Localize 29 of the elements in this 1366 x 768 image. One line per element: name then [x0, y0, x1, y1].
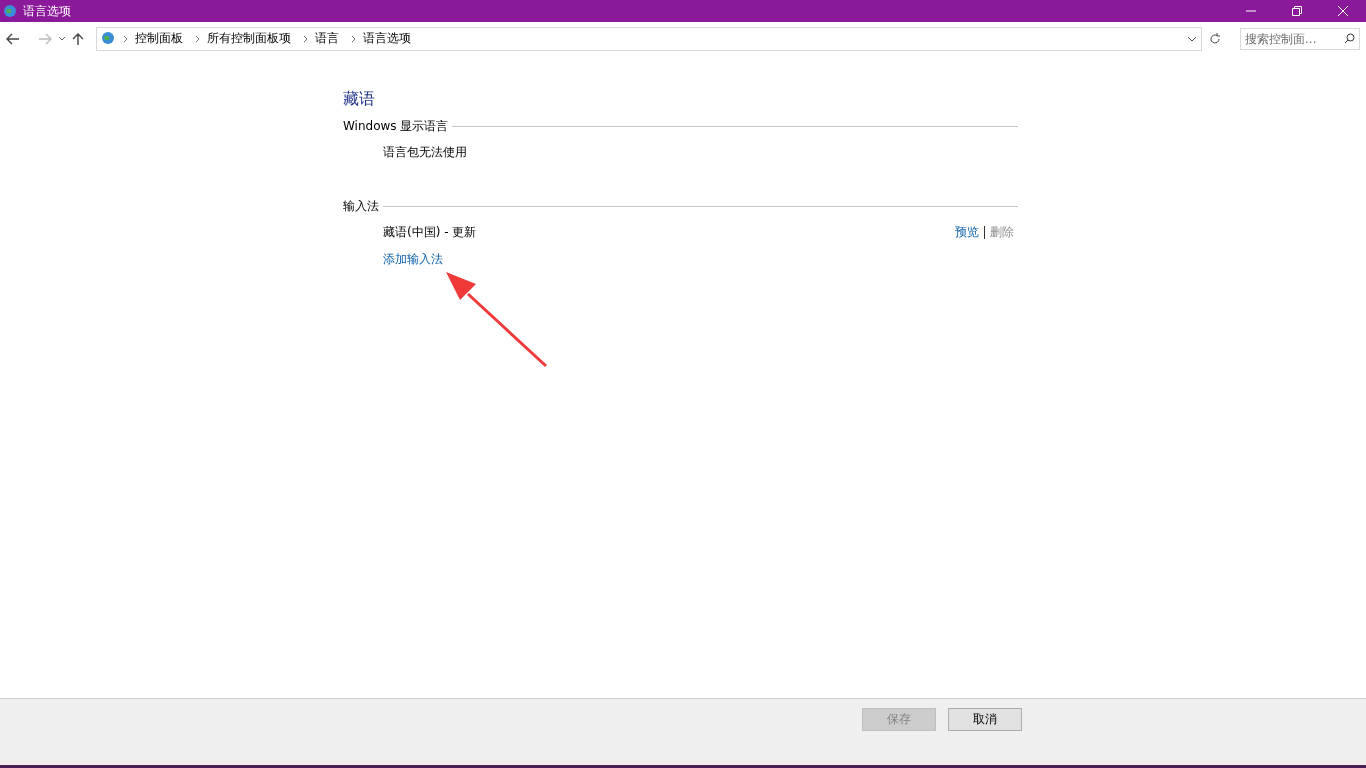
- history-dropdown[interactable]: [58, 35, 66, 42]
- dialog-button[interactable]: 取消: [948, 708, 1022, 731]
- chevron-icon: [195, 34, 201, 43]
- chevron-icon: [351, 34, 357, 43]
- search-field[interactable]: 搜索控制面...: [1240, 27, 1360, 50]
- breadcrumb-item[interactable]: 所有控制面板项: [207, 30, 291, 47]
- dropdown-icon[interactable]: [1187, 34, 1197, 43]
- close-icon: [1338, 6, 1348, 16]
- globe-icon: [3, 4, 17, 18]
- address-bar[interactable]: 控制面板 所有控制面板项 语言 语言选项: [96, 26, 1202, 51]
- breadcrumb-item[interactable]: 语言选项: [363, 30, 411, 47]
- section-heading: 输入法: [343, 198, 379, 215]
- breadcrumb-item[interactable]: 控制面板: [135, 30, 183, 47]
- breadcrumb-item[interactable]: 语言: [315, 30, 339, 47]
- input-method-name: 藏语(中国) - 更新: [383, 224, 478, 241]
- window-title: 语言选项: [23, 2, 72, 20]
- status-text: 语言包无法使用: [383, 144, 468, 161]
- chevron-icon: [123, 34, 129, 43]
- back-button[interactable]: [6, 32, 20, 45]
- globe-icon: [101, 30, 117, 47]
- refresh-icon[interactable]: [1208, 31, 1222, 46]
- add-input-method-link[interactable]: 添加输入法: [383, 251, 443, 268]
- restore-icon: [1292, 6, 1302, 16]
- search-icon: [1344, 33, 1355, 44]
- action-link[interactable]: 预览: [955, 224, 979, 241]
- section-heading: Windows 显示语言: [343, 118, 449, 135]
- language-heading: 藏语: [343, 89, 376, 110]
- chevron-icon: [303, 34, 309, 43]
- up-button[interactable]: [72, 31, 84, 46]
